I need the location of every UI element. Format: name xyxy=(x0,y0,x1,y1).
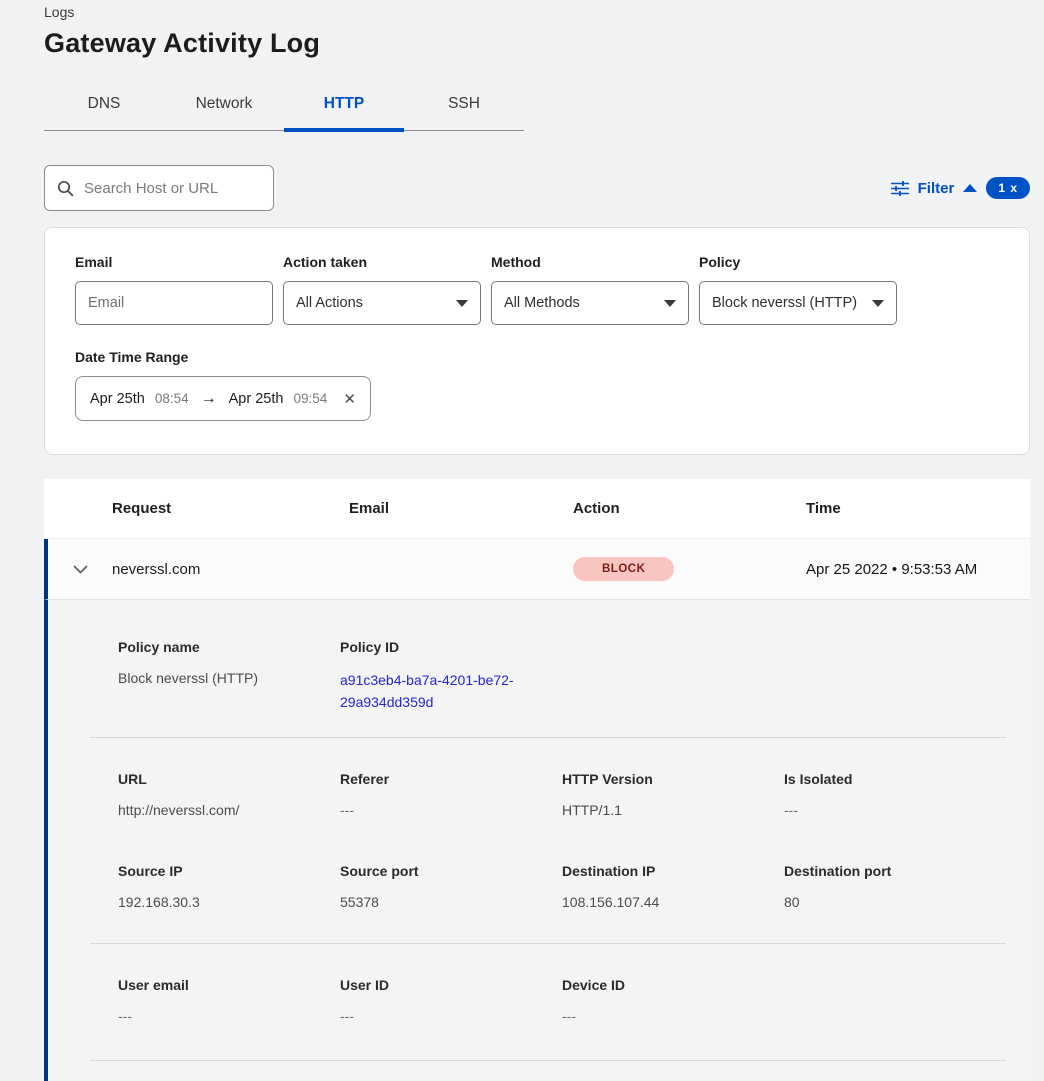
action-taken-label: Action taken xyxy=(283,254,481,270)
policy-id-label: Policy ID xyxy=(340,639,542,655)
search-box[interactable] xyxy=(44,165,274,211)
method-value: All Methods xyxy=(504,295,580,311)
table-row[interactable]: neverssl.com BLOCK Apr 25 2022 • 9:53:53… xyxy=(44,539,1030,600)
email-filter-field: Email xyxy=(75,254,273,325)
row-request: neverssl.com xyxy=(112,561,349,578)
policy-section: Policy name Block neverssl (HTTP) Policy… xyxy=(48,639,1030,713)
detail-cell: Destination port 80 xyxy=(784,863,1030,910)
filter-sliders-icon xyxy=(891,181,909,196)
section-divider xyxy=(90,943,1006,944)
email-filter-label: Email xyxy=(75,254,273,270)
policy-id-cell: Policy ID a91c3eb4-ba7a-4201-be72-29a934… xyxy=(340,639,562,713)
policy-value: Block neverssl (HTTP) xyxy=(712,295,857,311)
detail-cell: User email --- xyxy=(118,977,340,1024)
range-end-time[interactable]: 09:54 xyxy=(293,391,327,406)
clear-range-icon[interactable]: ✕ xyxy=(343,390,356,408)
policy-name-value: Block neverssl (HTTP) xyxy=(118,670,320,686)
detail-cell: Device ID --- xyxy=(562,977,784,1024)
tab-ssh[interactable]: SSH xyxy=(404,83,524,130)
range-arrow-icon: → xyxy=(199,390,219,408)
chevron-down-icon xyxy=(456,300,468,307)
method-label: Method xyxy=(491,254,689,270)
email-filter-input[interactable] xyxy=(75,281,273,325)
detail-cell: Is Isolated --- xyxy=(784,771,1030,818)
chevron-down-icon xyxy=(872,300,884,307)
gateway-activity-log-page: Logs Gateway Activity Log DNS Network HT… xyxy=(0,0,1044,1054)
tab-network[interactable]: Network xyxy=(164,83,284,130)
column-header-time: Time xyxy=(806,500,1030,517)
page-title: Gateway Activity Log xyxy=(44,28,1030,59)
row-action-cell: BLOCK xyxy=(573,557,806,581)
policy-name-cell: Policy name Block neverssl (HTTP) xyxy=(118,639,340,713)
range-start-time[interactable]: 08:54 xyxy=(155,391,189,406)
action-taken-select[interactable]: All Actions xyxy=(283,281,481,325)
policy-name-label: Policy name xyxy=(118,639,320,655)
filter-controls: Filter 1 x xyxy=(891,177,1030,199)
row-time: Apr 25 2022 • 9:53:53 AM xyxy=(806,561,1030,578)
tab-http[interactable]: HTTP xyxy=(284,83,404,130)
method-select[interactable]: All Methods xyxy=(491,281,689,325)
filter-count-badge[interactable]: 1 x xyxy=(986,177,1030,199)
action-taken-value: All Actions xyxy=(296,295,363,311)
user-detail-row: User email --- User ID --- Device ID --- xyxy=(48,977,1030,1024)
log-type-tabs: DNS Network HTTP SSH xyxy=(44,83,524,131)
http-detail-row-2: Source IP 192.168.30.3 Source port 55378… xyxy=(48,863,1030,910)
range-start-date[interactable]: Apr 25th xyxy=(90,391,145,407)
policy-label: Policy xyxy=(699,254,897,270)
filter-fields-row: Email Action taken All Actions Method Al… xyxy=(75,254,999,325)
date-time-range-label: Date Time Range xyxy=(75,349,999,365)
section-divider xyxy=(90,737,1006,738)
detail-cell: User ID --- xyxy=(340,977,562,1024)
collapse-caret-icon[interactable] xyxy=(963,184,977,192)
row-expander-cell[interactable] xyxy=(48,565,112,574)
detail-cell: Destination IP 108.156.107.44 xyxy=(562,863,784,910)
policy-select[interactable]: Block neverssl (HTTP) xyxy=(699,281,897,325)
column-header-request: Request xyxy=(112,500,349,517)
detail-cell: HTTP Version HTTP/1.1 xyxy=(562,771,784,818)
search-icon xyxy=(57,180,74,197)
column-header-email: Email xyxy=(349,500,573,517)
column-header-action: Action xyxy=(573,500,806,517)
method-field: Method All Methods xyxy=(491,254,689,325)
detail-cell: Source port 55378 xyxy=(340,863,562,910)
section-divider xyxy=(90,1060,1006,1061)
block-status-badge: BLOCK xyxy=(573,557,674,581)
detail-cell: URL http://neverssl.com/ xyxy=(118,771,340,818)
policy-id-link[interactable]: a91c3eb4-ba7a-4201-be72-29a934dd359d xyxy=(340,670,535,713)
activity-log-table: Request Email Action Time neverssl.com B… xyxy=(44,479,1030,1081)
tab-dns[interactable]: DNS xyxy=(44,83,164,130)
filter-toggle-button[interactable]: Filter xyxy=(918,180,955,197)
date-time-range-picker[interactable]: Apr 25th 08:54 → Apr 25th 09:54 ✕ xyxy=(75,376,371,421)
breadcrumb[interactable]: Logs xyxy=(44,4,1030,20)
detail-cell: Referer --- xyxy=(340,771,562,818)
chevron-down-icon xyxy=(73,565,88,574)
table-header-row: Request Email Action Time xyxy=(44,479,1030,539)
detail-cell: Source IP 192.168.30.3 xyxy=(118,863,340,910)
range-end-date[interactable]: Apr 25th xyxy=(229,391,284,407)
http-detail-row-1: URL http://neverssl.com/ Referer --- HTT… xyxy=(48,771,1030,818)
row-expanded-detail: Policy name Block neverssl (HTTP) Policy… xyxy=(44,600,1030,1081)
toolbar: Filter 1 x xyxy=(44,165,1030,211)
filter-panel: Email Action taken All Actions Method Al… xyxy=(44,227,1030,455)
action-taken-field: Action taken All Actions xyxy=(283,254,481,325)
chevron-down-icon xyxy=(664,300,676,307)
search-input[interactable] xyxy=(84,180,261,197)
policy-field: Policy Block neverssl (HTTP) xyxy=(699,254,897,325)
